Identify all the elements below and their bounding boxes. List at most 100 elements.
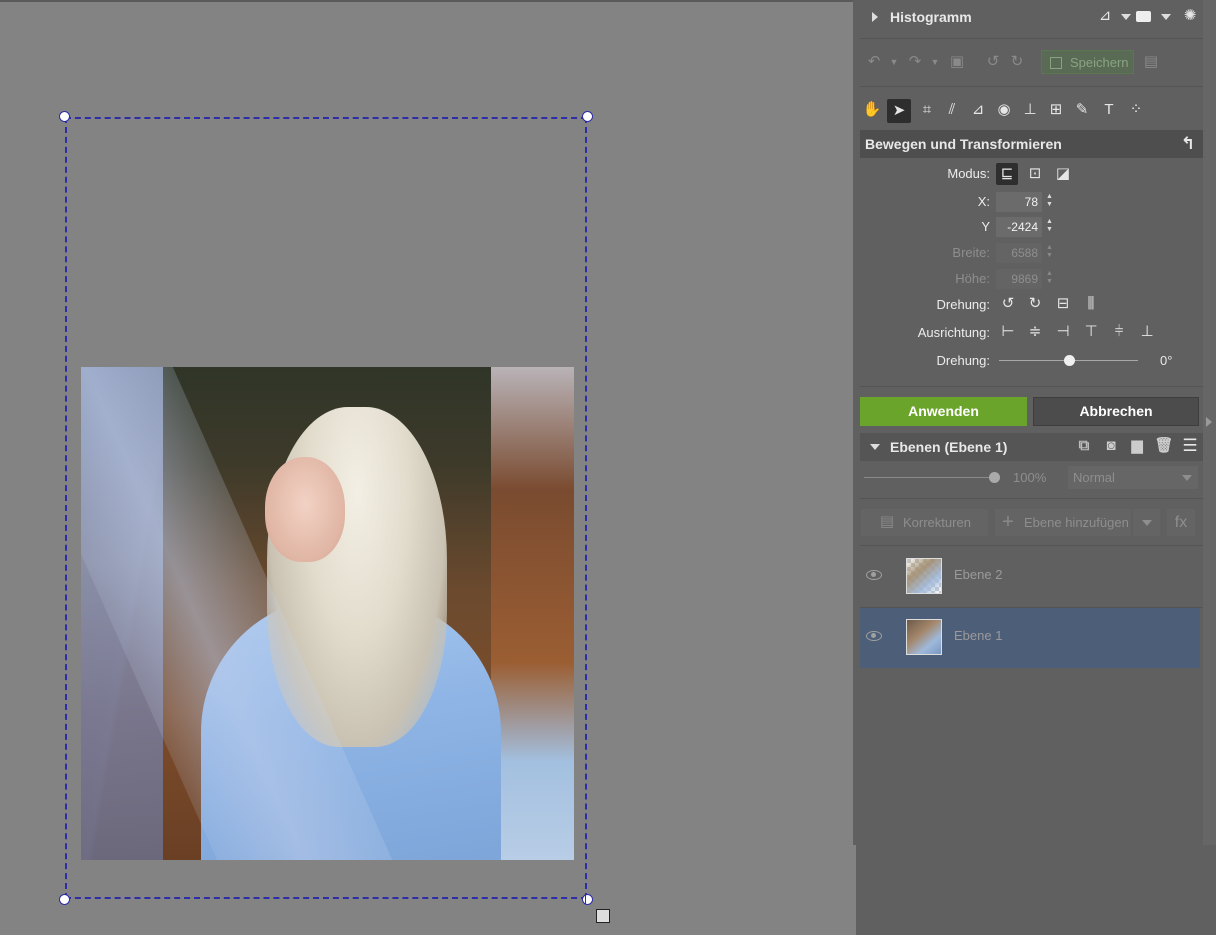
chevron-down-icon[interactable]: ▼ [925,52,945,72]
level-icon[interactable]: ⊥ [1020,100,1040,120]
opacity-slider-track[interactable] [864,477,994,478]
perspective-icon[interactable]: ⫽ [942,100,962,120]
chevron-down-icon[interactable]: ▼ [884,52,904,72]
menu-icon[interactable]: ☰ [1180,436,1200,456]
x-stepper[interactable]: ▲ ▼ [1046,193,1054,211]
y-stepper[interactable]: ▲ ▼ [1046,218,1054,236]
image-icon[interactable]: ▣ [947,52,967,72]
layer-row[interactable]: Ebene 2 [860,547,1200,607]
chevron-down-icon [1142,520,1152,526]
transform-header: Bewegen und Transformieren ↰ [860,130,1203,158]
blend-mode-select[interactable]: Normal [1068,466,1198,489]
align-center-v-icon[interactable]: ⫩ [1109,322,1129,342]
height-label: Höhe: [955,271,990,286]
chevron-down-icon[interactable] [1121,14,1131,20]
height-input[interactable]: 9869 [996,269,1042,289]
eye-icon[interactable]: ◉ [994,100,1014,120]
blend-mode-value: Normal [1073,470,1115,485]
y-input[interactable]: -2424 [996,217,1042,237]
rotate-left-icon[interactable]: ↺ [983,52,1003,72]
handle-bottom-right[interactable] [582,893,593,905]
opacity-value: 100% [1013,470,1047,485]
brush-icon[interactable]: ✎ [1072,100,1092,120]
flip-vertical-icon[interactable]: ⊟ [1053,294,1073,314]
move-cursor-icon [596,909,610,923]
cancel-button[interactable]: Abbrechen [1033,397,1199,426]
align-top-icon[interactable]: ⊤ [1081,322,1101,342]
layers-header[interactable]: Ebenen (Ebene 1) ⧉ ◙ ▆ 🗑 ☰ [860,433,1203,461]
back-icon[interactable]: ↰ [1178,134,1198,154]
align-bottom-icon[interactable]: ⊥ [1137,322,1157,342]
save-as-icon[interactable]: ▤ [1141,52,1161,72]
handle-bottom-left[interactable] [59,894,70,905]
text-icon[interactable]: T [1099,100,1119,120]
opacity-slider-thumb[interactable] [989,472,1000,483]
align-center-h-icon[interactable]: ≑ [1025,322,1045,342]
divider [860,86,1203,87]
canvas-top-border [0,0,853,2]
layers-title: Ebenen (Ebene 1) [890,439,1008,455]
transform-selection-box[interactable] [65,117,587,899]
handle-top-left[interactable] [59,111,70,122]
divider [860,38,1203,39]
rotate-left-icon[interactable]: ↺ [998,294,1018,314]
width-stepper[interactable]: ▲ ▼ [1046,244,1054,262]
x-label: X: [977,194,990,209]
histogram-header[interactable]: Histogramm ⊿ ✺ [860,4,1203,30]
chevron-down-icon [1182,475,1192,481]
crop-icon[interactable]: ⌗ [917,100,937,120]
settings-icon[interactable]: ✺ [1180,6,1200,26]
mode-distort-icon[interactable]: ◪ [1053,164,1073,184]
handle-top-right[interactable] [582,111,593,122]
selection-icon[interactable]: ⊿ [968,100,988,120]
add-layer-button[interactable]: + Ebene hinzufügen [995,509,1131,536]
rotation-label: Drehung: [936,297,990,312]
mask-icon[interactable]: ◙ [1101,436,1121,456]
y-label: Y [981,219,990,234]
x-input[interactable]: 78 [996,192,1042,212]
folder-icon[interactable]: ▆ [1127,436,1147,456]
trash-icon[interactable]: 🗑 [1154,436,1174,456]
align-right-icon[interactable]: ⊣ [1053,322,1073,342]
save-button[interactable]: Speichern [1041,50,1134,74]
undo-icon[interactable]: ↶ [864,52,884,72]
visibility-eye-icon[interactable] [866,631,882,641]
flip-horizontal-icon[interactable]: ⫼ [1081,294,1101,314]
height-stepper[interactable]: ▲ ▼ [1046,270,1054,288]
angle-slider-thumb[interactable] [1063,355,1075,366]
save-label: Speichern [1070,55,1129,70]
rotate-right-icon[interactable]: ↻ [1007,52,1027,72]
expand-icon[interactable] [872,12,878,22]
mode-label: Modus: [947,166,990,181]
pointer-icon[interactable]: ➤ [887,99,911,123]
rotate-right-icon[interactable]: ↻ [1025,294,1045,314]
width-input[interactable]: 6588 [996,243,1042,263]
duplicate-icon[interactable]: ⧉ [1074,436,1094,456]
adjustments-label: Korrekturen [903,515,971,530]
divider [860,545,1203,546]
adjustments-button[interactable]: ▤ Korrekturen [861,509,988,536]
fx-button[interactable]: fx [1167,509,1195,536]
chevron-down-icon[interactable] [1161,14,1171,20]
hand-icon[interactable]: ✋ [862,100,882,120]
transform-title: Bewegen und Transformieren [865,136,1062,152]
add-layer-dropdown[interactable] [1133,509,1160,536]
scroll-arrow-icon[interactable] [1206,417,1212,427]
mode-move-icon[interactable]: ⊑ [996,163,1018,185]
dots-icon[interactable]: ⁘ [1126,100,1146,120]
angle-value: 0° [1160,353,1173,368]
grid-icon[interactable]: ⊞ [1046,100,1066,120]
apply-button[interactable]: Anwenden [860,397,1027,426]
visibility-eye-icon[interactable] [866,570,882,580]
align-left-icon[interactable]: ⊢ [998,322,1018,342]
width-label: Breite: [952,245,990,260]
mode-scale-icon[interactable]: ⊡ [1025,164,1045,184]
redo-icon[interactable]: ↷ [905,52,925,72]
histogram-mode-icon[interactable]: ⊿ [1095,6,1115,26]
angle-label: Drehung: [936,353,990,368]
mask-icon[interactable] [1136,11,1151,22]
right-panel-lower [856,845,1216,935]
adjustments-icon: ▤ [879,513,895,530]
layer-row-selected[interactable]: Ebene 1 [860,608,1200,668]
collapse-icon[interactable] [870,444,880,450]
